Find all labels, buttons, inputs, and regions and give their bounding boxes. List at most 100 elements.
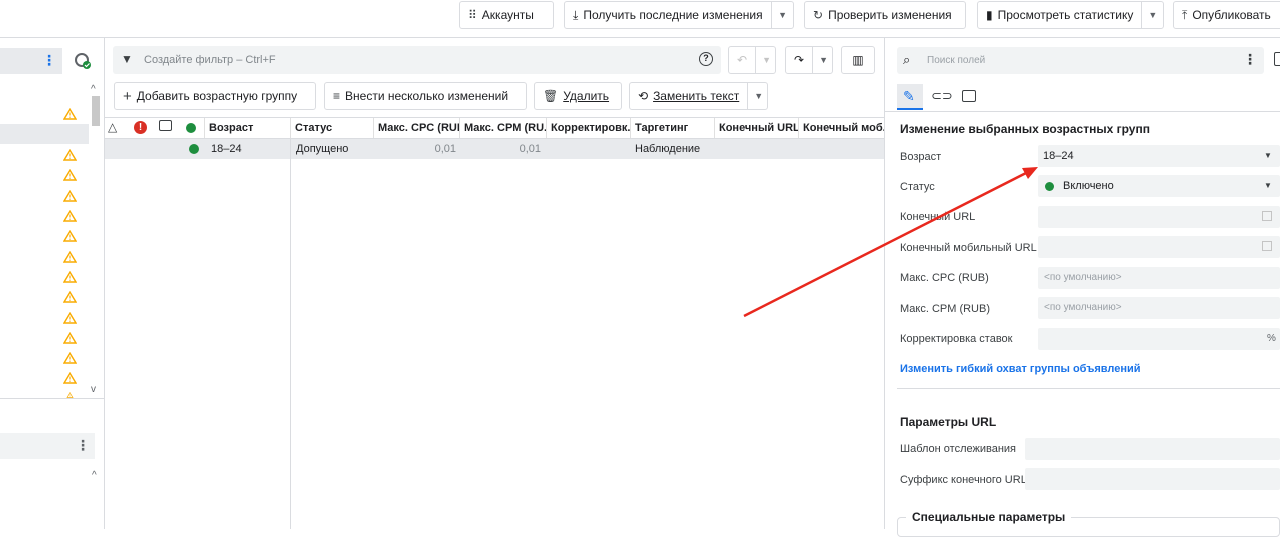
scroll-thumb[interactable]: [92, 96, 100, 126]
col-warning-header[interactable]: △: [108, 120, 117, 134]
section-divider: [897, 388, 1280, 389]
cpc-field[interactable]: <по умолчанию>: [1038, 267, 1280, 289]
edit-box-icon[interactable]: [1262, 211, 1272, 221]
tab-link[interactable]: ⊂⊃: [931, 88, 953, 104]
cell-status: Допущено: [296, 143, 349, 155]
redo-icon[interactable]: ↷: [786, 47, 812, 73]
chevron-down-icon: ▼: [1264, 181, 1272, 190]
col-header-cpc[interactable]: Макс. CPC (RUB): [373, 118, 459, 138]
col-status-dot-header[interactable]: [186, 123, 196, 133]
add-age-group-button[interactable]: + Добавить возрастную группу: [114, 82, 316, 110]
col-comment-header[interactable]: [159, 120, 172, 131]
warning-icon: [63, 352, 77, 364]
chevron-down-icon: ▼: [1264, 151, 1272, 160]
col-header-mobile-url[interactable]: Конечный моб...: [798, 118, 884, 138]
warning-icon: [63, 291, 77, 303]
columns-button[interactable]: ▥: [841, 46, 875, 74]
more-vert-icon[interactable]: ⋮: [1243, 51, 1257, 68]
frozen-column-divider: [290, 139, 291, 529]
col-header-age[interactable]: Возраст: [204, 118, 290, 138]
col-header-cpm[interactable]: Макс. CPM (RU...: [459, 118, 546, 138]
cpc-label: Макс. CPC (RUB): [900, 272, 989, 284]
bulk-changes-button[interactable]: ≡ Внести несколько изменений: [324, 82, 527, 110]
mobile-url-field[interactable]: [1038, 236, 1280, 258]
special-params-title: Специальные параметры: [906, 510, 1072, 524]
chevron-down-icon[interactable]: ▼: [747, 83, 769, 109]
edit-box-icon[interactable]: [1262, 241, 1272, 251]
status-select[interactable]: Включено ▼: [1038, 175, 1280, 197]
panel-collapse-icon[interactable]: [1274, 52, 1280, 66]
bar-chart-icon: ▮: [986, 8, 993, 22]
url-params-title: Параметры URL: [900, 415, 997, 429]
flex-reach-link[interactable]: Изменить гибкий охват группы объявлений: [900, 363, 1141, 375]
delete-button[interactable]: 🗑 Удалить: [534, 82, 622, 110]
tree-selected-row[interactable]: [0, 124, 89, 144]
tracking-template-field[interactable]: [1025, 438, 1280, 460]
warning-icon: [63, 108, 77, 120]
col-header-bid-adj[interactable]: Корректировк...: [546, 118, 630, 138]
age-label: Возраст: [900, 151, 942, 163]
columns-icon: ▥: [852, 53, 864, 67]
cell-cpm: 0,01: [519, 143, 541, 155]
row-status-dot: [189, 144, 199, 154]
warning-icon: [63, 210, 77, 222]
accounts-button[interactable]: ⠿ Аккаунты: [459, 1, 554, 29]
left-divider: [0, 398, 104, 399]
grid-icon: ⠿: [468, 8, 477, 22]
chevron-down-icon[interactable]: ▼: [1141, 2, 1163, 28]
left-panel-border: [104, 38, 105, 529]
get-changes-button[interactable]: ⤓ Получить последние изменения ▼: [564, 1, 794, 29]
chevron-up-icon[interactable]: ^: [92, 470, 97, 481]
filter-placeholder: Создайте фильтр – Ctrl+F: [144, 54, 276, 66]
link-icon: ⊂⊃: [931, 88, 953, 103]
field-search[interactable]: ⌕ Поиск полей ⋮: [897, 47, 1264, 74]
mobile-url-label: Конечный мобильный URL: [900, 242, 1037, 254]
upload-icon: ⤒: [1182, 7, 1188, 22]
chevron-up-icon[interactable]: ^: [91, 84, 96, 95]
warning-icon: [63, 190, 77, 202]
filter-icon: ▼: [121, 52, 133, 66]
final-url-suffix-label: Суффикс конечного URL: [900, 474, 1027, 486]
age-select[interactable]: 18–24 ▼: [1038, 145, 1280, 167]
tree-scrollbar[interactable]: ^ v: [89, 84, 103, 400]
tracking-template-label: Шаблон отслеживания: [900, 443, 1017, 455]
final-url-suffix-field[interactable]: [1025, 468, 1280, 490]
warning-icon: [63, 271, 77, 283]
pencil-icon: ✎: [903, 88, 915, 104]
cpm-field[interactable]: <по умолчанию>: [1038, 297, 1280, 319]
chevron-down-icon[interactable]: ▼: [755, 47, 777, 73]
undo-button[interactable]: ↶ ▼: [728, 46, 776, 74]
tab-edit[interactable]: ✎: [897, 84, 923, 110]
help-icon[interactable]: ?: [699, 52, 713, 66]
redo-button[interactable]: ↷ ▼: [785, 46, 833, 74]
col-header-status[interactable]: Статус: [290, 118, 373, 138]
status-dot: [1045, 182, 1054, 191]
check-changes-button[interactable]: ↻ Проверить изменения: [804, 1, 966, 29]
filter-bar[interactable]: ▼ Создайте фильтр – Ctrl+F ?: [113, 46, 721, 74]
bid-adj-field[interactable]: %: [1038, 328, 1280, 350]
col-header-final-url[interactable]: Конечный URL: [714, 118, 798, 138]
replace-text-button[interactable]: ⟲ Заменить текст ▼: [629, 82, 768, 110]
toolbar-divider: [0, 37, 1280, 38]
chevron-down-icon[interactable]: v: [91, 384, 96, 395]
warning-icon: [63, 332, 77, 344]
warning-icon: [63, 149, 77, 161]
col-error-header[interactable]: !: [134, 121, 147, 134]
warning-icon: [63, 372, 77, 384]
sync-icon[interactable]: [73, 51, 93, 71]
chevron-down-icon[interactable]: ▼: [771, 2, 793, 28]
trash-icon: 🗑: [543, 89, 559, 103]
more-vert-icon[interactable]: ⋮: [76, 437, 90, 454]
undo-icon[interactable]: ↶: [729, 47, 755, 73]
warning-icon: [63, 312, 77, 324]
final-url-field[interactable]: [1038, 206, 1280, 228]
tab-comments[interactable]: [962, 90, 976, 102]
view-stats-button[interactable]: ▮ Просмотреть статистику ▼: [977, 1, 1164, 29]
warning-icon: [63, 251, 77, 263]
section-title: Изменение выбранных возрастных групп: [900, 122, 1150, 136]
final-url-label: Конечный URL: [900, 211, 976, 223]
col-header-targeting[interactable]: Таргетинг: [630, 118, 714, 138]
more-vert-icon[interactable]: ⋮: [42, 52, 56, 69]
publish-button[interactable]: ⤒ Опубликовать: [1173, 1, 1280, 29]
chevron-down-icon[interactable]: ▼: [812, 47, 834, 73]
